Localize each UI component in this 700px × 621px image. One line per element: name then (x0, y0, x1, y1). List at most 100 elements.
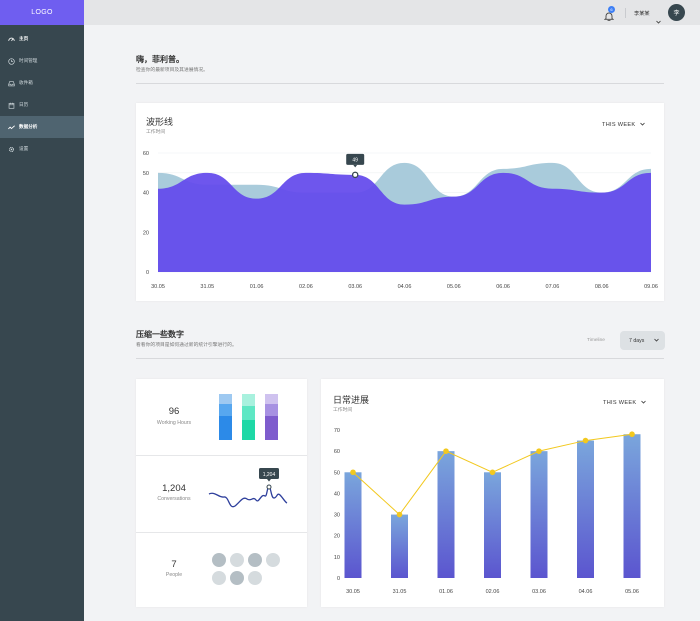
clock-icon (7, 57, 15, 65)
sparkline-point (266, 484, 272, 490)
bar (577, 440, 594, 578)
progress-chart: 0 10 20 30 40 50 60 70 30.05 31.05 01.06 02.06 03.06… (334, 428, 641, 595)
person-dot (230, 553, 244, 567)
bar-segment (242, 406, 255, 420)
bar-segment (242, 420, 255, 440)
conversations-label: Conversations (157, 496, 191, 502)
divider (136, 83, 664, 84)
y-tick-label: 0 (146, 270, 149, 276)
x-tick-label: 05.06 (625, 589, 639, 595)
x-tick-label: 07.06 (546, 284, 560, 290)
timeframe-select[interactable]: 7 days (620, 331, 665, 350)
x-tick-label: 02.06 (299, 284, 313, 290)
people-value: 7 (171, 559, 177, 570)
x-tick-label: 06.06 (496, 284, 510, 290)
chart-tooltip-point (351, 171, 359, 179)
sidebar-item-label: 数据分析 (19, 124, 38, 129)
sidebar-item-label: 收件箱 (19, 80, 33, 85)
y-tick-label: 60 (334, 449, 340, 455)
working-hours-bars (219, 394, 278, 440)
sidebar-item-calendar[interactable]: 日历 (0, 94, 84, 116)
calendar-icon (7, 101, 15, 109)
trend-point (582, 437, 589, 444)
bar (391, 514, 408, 578)
y-tick-label: 50 (143, 171, 149, 177)
y-tick-label: 10 (334, 555, 340, 561)
analytics-icon (7, 123, 15, 131)
x-tick-label: 09.06 (644, 284, 658, 290)
x-tick-label: 08.06 (595, 284, 609, 290)
username[interactable]: 李某某 (634, 10, 650, 17)
bar-segment (219, 416, 232, 440)
wave-chart: 0 20 40 50 60 30.05 31.05 01.06 02.06 03.06 04.06 0… (143, 151, 658, 290)
bar-segment (242, 394, 255, 406)
x-tick-label: 01.06 (250, 284, 264, 290)
sidebar-item-label: 日历 (19, 102, 29, 107)
timeframe-value: 7 days (629, 337, 645, 344)
bar (484, 472, 501, 578)
notification-badge: 6 (608, 6, 615, 13)
x-tick-label: 05.06 (447, 284, 461, 290)
trend-point (536, 448, 542, 454)
bar-segment (265, 404, 278, 416)
bar (623, 434, 641, 578)
trend-point (629, 431, 635, 438)
sidebar-item-analytics[interactable]: 数据分析 (0, 116, 84, 138)
x-tick-label: 02.06 (486, 589, 500, 595)
y-tick-label: 30 (334, 513, 340, 519)
x-tick-label: 30.05 (151, 284, 165, 290)
bar-segment (219, 404, 232, 416)
dashboard-icon (7, 35, 15, 43)
bar-segment (265, 394, 278, 404)
divider (136, 532, 307, 533)
y-tick-label: 40 (143, 191, 149, 197)
sidebar: LOGO 主页 时间管理 收件箱 日历 数据分析 设置 (0, 0, 84, 621)
page-title: 嗨，菲利普。 (136, 55, 184, 64)
x-tick-label: 31.05 (200, 284, 214, 290)
x-tick-label: 01.06 (439, 589, 453, 595)
x-tick-label: 31.05 (393, 589, 407, 595)
people-label: People (165, 572, 183, 578)
x-tick-label: 03.06 (348, 284, 362, 290)
avatar[interactable]: 李 (668, 4, 685, 21)
working-hours-label: Working Hours (156, 420, 192, 426)
sidebar-nav: 主页 时间管理 收件箱 日历 数据分析 设置 (0, 25, 84, 160)
page-subtitle: 检查你的最新项目及其进展情况。 (136, 68, 208, 73)
person-dot (248, 571, 262, 585)
chart-tooltip-arrow (353, 164, 358, 168)
y-tick-label: 50 (334, 470, 340, 476)
sidebar-item-inbox[interactable]: 收件箱 (0, 72, 84, 94)
sidebar-item-label: 时间管理 (19, 58, 38, 63)
logo[interactable]: LOGO (0, 0, 84, 25)
person-dot (212, 553, 226, 567)
divider (136, 455, 307, 456)
person-dot (248, 553, 262, 567)
x-tick-label: 30.05 (346, 589, 360, 595)
sidebar-item-home[interactable]: 主页 (0, 28, 84, 50)
y-tick-label: 20 (334, 534, 340, 540)
wave-chart-card: 波形线 工作时间 THIS WEEK 0 20 40 50 60 30.05 31.05 01… (136, 103, 664, 301)
bar (344, 472, 362, 578)
sidebar-item-label: 主页 (19, 36, 29, 41)
topbar-divider (625, 8, 626, 18)
working-hours-value: 96 (168, 406, 180, 417)
sidebar-item-settings[interactable]: 设置 (0, 138, 84, 160)
section-title: 压缩一些数字 (136, 330, 184, 339)
conversations-sparkline: 1,204 (208, 468, 288, 508)
sidebar-item-time[interactable]: 时间管理 (0, 50, 84, 72)
chevron-down-icon[interactable] (656, 11, 661, 29)
y-tick-label: 40 (334, 491, 340, 497)
y-tick-label: 60 (143, 151, 149, 157)
y-tick-label: 70 (334, 428, 340, 434)
people-avatars (212, 553, 280, 585)
trend-point (489, 469, 496, 476)
sparkline-tooltip-text: 1,204 (263, 472, 276, 478)
chart-tooltip-text: 49 (352, 157, 358, 163)
x-tick-label: 03.06 (532, 589, 546, 595)
chevron-down-icon (654, 338, 659, 344)
inbox-icon (7, 79, 15, 87)
person-dot (212, 571, 226, 585)
person-dot (266, 553, 280, 567)
section-subtitle: 看看你的项目是如何通过新的统计引擎进行的。 (136, 343, 237, 348)
x-tick-label: 04.06 (398, 284, 412, 290)
